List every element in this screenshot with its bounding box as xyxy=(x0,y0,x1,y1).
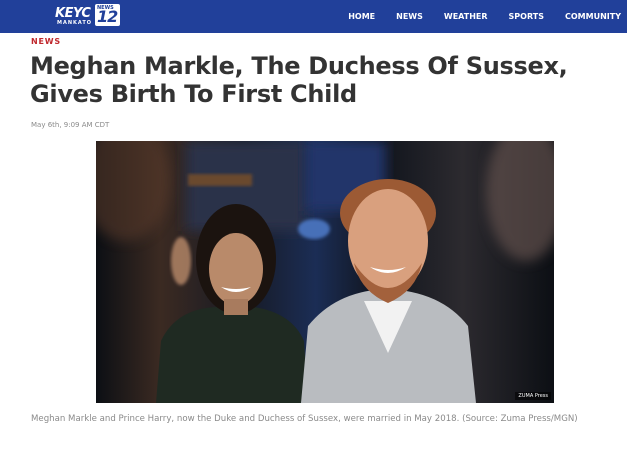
article-photo: ZUMA Press xyxy=(96,141,554,403)
section-label[interactable]: NEWS xyxy=(31,37,61,46)
keyc-news-12-logo[interactable]: KEYC MANKATO NEWS 12 xyxy=(55,4,121,28)
main-nav: HOME NEWS WEATHER SPORTS COMMUNITY xyxy=(327,0,621,33)
nav-item-community[interactable]: COMMUNITY xyxy=(565,12,621,21)
article-headline: Meghan Markle, The Duchess Of Sussex, Gi… xyxy=(30,52,568,108)
nav-item-home[interactable]: HOME xyxy=(348,12,375,21)
photo-credit: ZUMA Press xyxy=(515,392,551,400)
logo-wordmark: KEYC xyxy=(55,6,91,21)
nav-item-sports[interactable]: SPORTS xyxy=(509,12,544,21)
logo-subtext: MANKATO xyxy=(57,20,93,26)
logo-badge: NEWS 12 xyxy=(95,4,120,26)
photo-illustration xyxy=(96,141,554,403)
site-header: KEYC MANKATO NEWS 12 HOME NEWS WEATHER S… xyxy=(0,0,627,33)
photo-caption: Meghan Markle and Prince Harry, now the … xyxy=(31,414,578,424)
logo-badge-number: 12 xyxy=(97,7,118,26)
article-timestamp: May 6th, 9:09 AM CDT xyxy=(31,121,110,129)
nav-item-news[interactable]: NEWS xyxy=(396,12,423,21)
nav-item-weather[interactable]: WEATHER xyxy=(444,12,488,21)
